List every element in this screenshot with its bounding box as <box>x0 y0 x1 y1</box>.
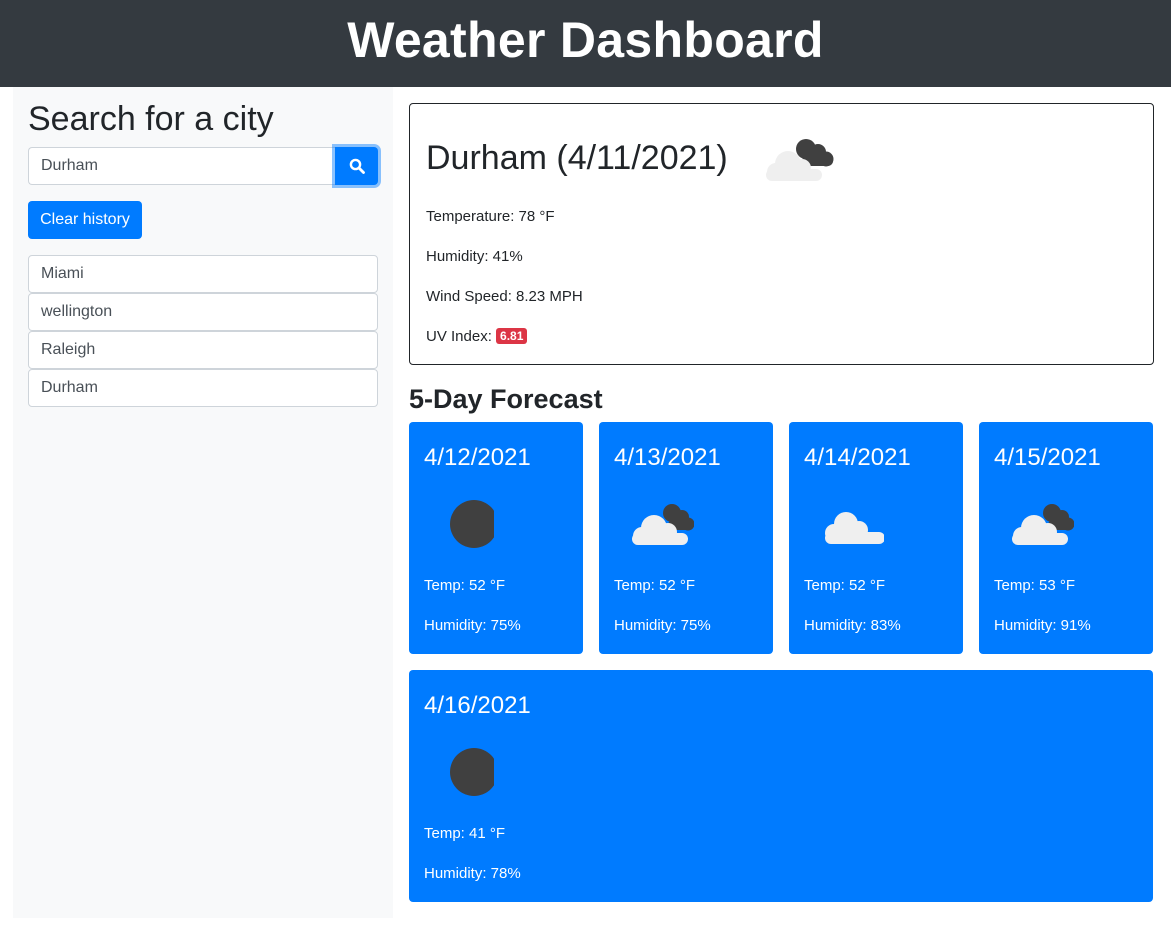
uv-badge: 6.81 <box>496 328 528 344</box>
forecast-heading: 5-Day Forecast <box>409 384 603 414</box>
forecast-temp: Temp: 41 °F <box>424 825 506 842</box>
current-humidity: Humidity: 41% <box>426 248 523 265</box>
broken-clouds-icon <box>762 128 842 189</box>
clear-history-button[interactable]: Clear history <box>28 201 142 239</box>
history-item[interactable]: Miami <box>28 255 378 293</box>
forecast-date: 4/14/2021 <box>804 444 911 471</box>
history-item[interactable]: Raleigh <box>28 331 378 369</box>
forecast-temp: Temp: 52 °F <box>614 577 696 594</box>
current-city-title: Durham (4/11/2021) <box>426 139 728 177</box>
forecast-card: 4/14/2021 Temp: 52 °F Humidity: 83% <box>789 422 963 654</box>
city-search-input[interactable] <box>28 147 335 185</box>
current-temperature: Temperature: 78 °F <box>426 208 555 225</box>
forecast-humidity: Humidity: 83% <box>804 617 901 634</box>
page-title: Weather Dashboard <box>347 12 824 68</box>
clear-night-icon <box>424 492 498 561</box>
search-icon <box>349 158 365 174</box>
sidebar-title: Search for a city <box>28 100 274 138</box>
forecast-humidity: Humidity: 91% <box>994 617 1091 634</box>
forecast-humidity: Humidity: 75% <box>614 617 711 634</box>
forecast-card: 4/13/2021 Temp: 52 °F Humidity: 75% <box>599 422 773 654</box>
scattered-clouds-icon <box>804 492 885 561</box>
current-wind-speed: Wind Speed: 8.23 MPH <box>426 288 583 305</box>
forecast-card: 4/12/2021 Temp: 52 °F Humidity: 75% <box>409 422 583 654</box>
uv-label: UV Index: <box>426 328 497 345</box>
forecast-humidity: Humidity: 75% <box>424 617 521 634</box>
current-uv-index: UV Index: 6.81 <box>426 327 528 347</box>
forecast-temp: Temp: 53 °F <box>994 577 1076 594</box>
search-history-list: Miami wellington Raleigh Durham <box>28 255 378 407</box>
search-sidebar: Search for a city Clear history Miami we… <box>13 87 393 918</box>
forecast-card: 4/16/2021 Temp: 41 °F Humidity: 78% <box>409 670 1153 902</box>
forecast-humidity: Humidity: 78% <box>424 865 521 882</box>
clear-night-icon <box>424 740 498 809</box>
current-weather-card: Durham (4/11/2021) Temperature: 78 °F Hu… <box>409 103 1154 365</box>
forecast-date: 4/16/2021 <box>424 692 531 719</box>
history-item[interactable]: wellington <box>28 293 378 331</box>
broken-clouds-icon <box>614 492 695 561</box>
forecast-temp: Temp: 52 °F <box>804 577 886 594</box>
broken-clouds-icon <box>994 492 1075 561</box>
forecast-card: 4/15/2021 Temp: 53 °F Humidity: 91% <box>979 422 1153 654</box>
forecast-temp: Temp: 52 °F <box>424 577 506 594</box>
forecast-date: 4/13/2021 <box>614 444 721 471</box>
search-button[interactable] <box>335 147 378 185</box>
history-item[interactable]: Durham <box>28 369 378 407</box>
top-navbar: Weather Dashboard <box>0 0 1171 87</box>
forecast-date: 4/12/2021 <box>424 444 531 471</box>
forecast-date: 4/15/2021 <box>994 444 1101 471</box>
